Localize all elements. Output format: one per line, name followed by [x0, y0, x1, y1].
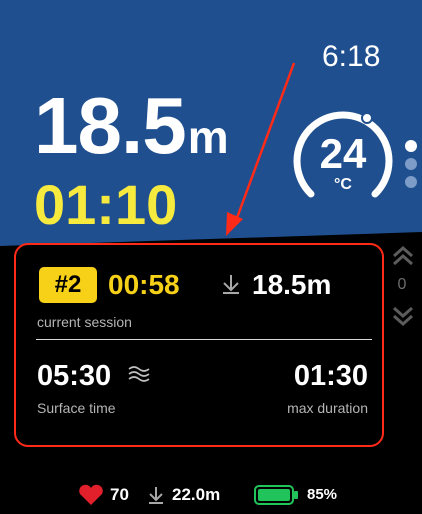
waves-icon: [128, 366, 150, 382]
heart-rate: 70: [110, 485, 129, 504]
session-duration: 00:58: [108, 269, 180, 300]
battery-percent: 85%: [307, 486, 338, 503]
battery-icon: [254, 485, 298, 505]
page-dot[interactable]: [405, 158, 417, 170]
current-depth: 18.5m: [34, 80, 229, 172]
clock: 6:18: [322, 40, 381, 73]
current-depth-value: 18.5: [34, 81, 187, 170]
session-card[interactable]: #2 00:58 18.5m current session 05:30 Sur…: [14, 243, 384, 447]
temperature-value: 24: [319, 130, 367, 177]
descent-arrow-icon: [223, 275, 239, 294]
max-duration-label: max duration: [287, 400, 368, 416]
scroll-index: 0: [397, 276, 407, 293]
status-footer: 70 22.0m 85%: [0, 482, 422, 506]
page-dot[interactable]: [405, 176, 417, 188]
dive-time: 01:10: [34, 173, 178, 236]
max-duration: 01:30: [293, 360, 368, 392]
heart-icon: [79, 484, 103, 505]
session-label: current session: [37, 314, 132, 330]
current-depth-unit: m: [187, 111, 229, 163]
descent-arrow-icon: [149, 487, 163, 504]
session-depth: 18.5m: [252, 269, 332, 300]
divider: [36, 339, 372, 340]
surface-time-label: Surface time: [37, 400, 116, 416]
session-number-badge: #2: [39, 267, 97, 303]
page-dot-active[interactable]: [405, 140, 417, 152]
max-depth: 22.0m: [172, 485, 221, 504]
surface-time: 05:30: [37, 360, 112, 392]
page-indicator[interactable]: [405, 140, 417, 194]
temperature-unit: °C: [334, 176, 352, 193]
